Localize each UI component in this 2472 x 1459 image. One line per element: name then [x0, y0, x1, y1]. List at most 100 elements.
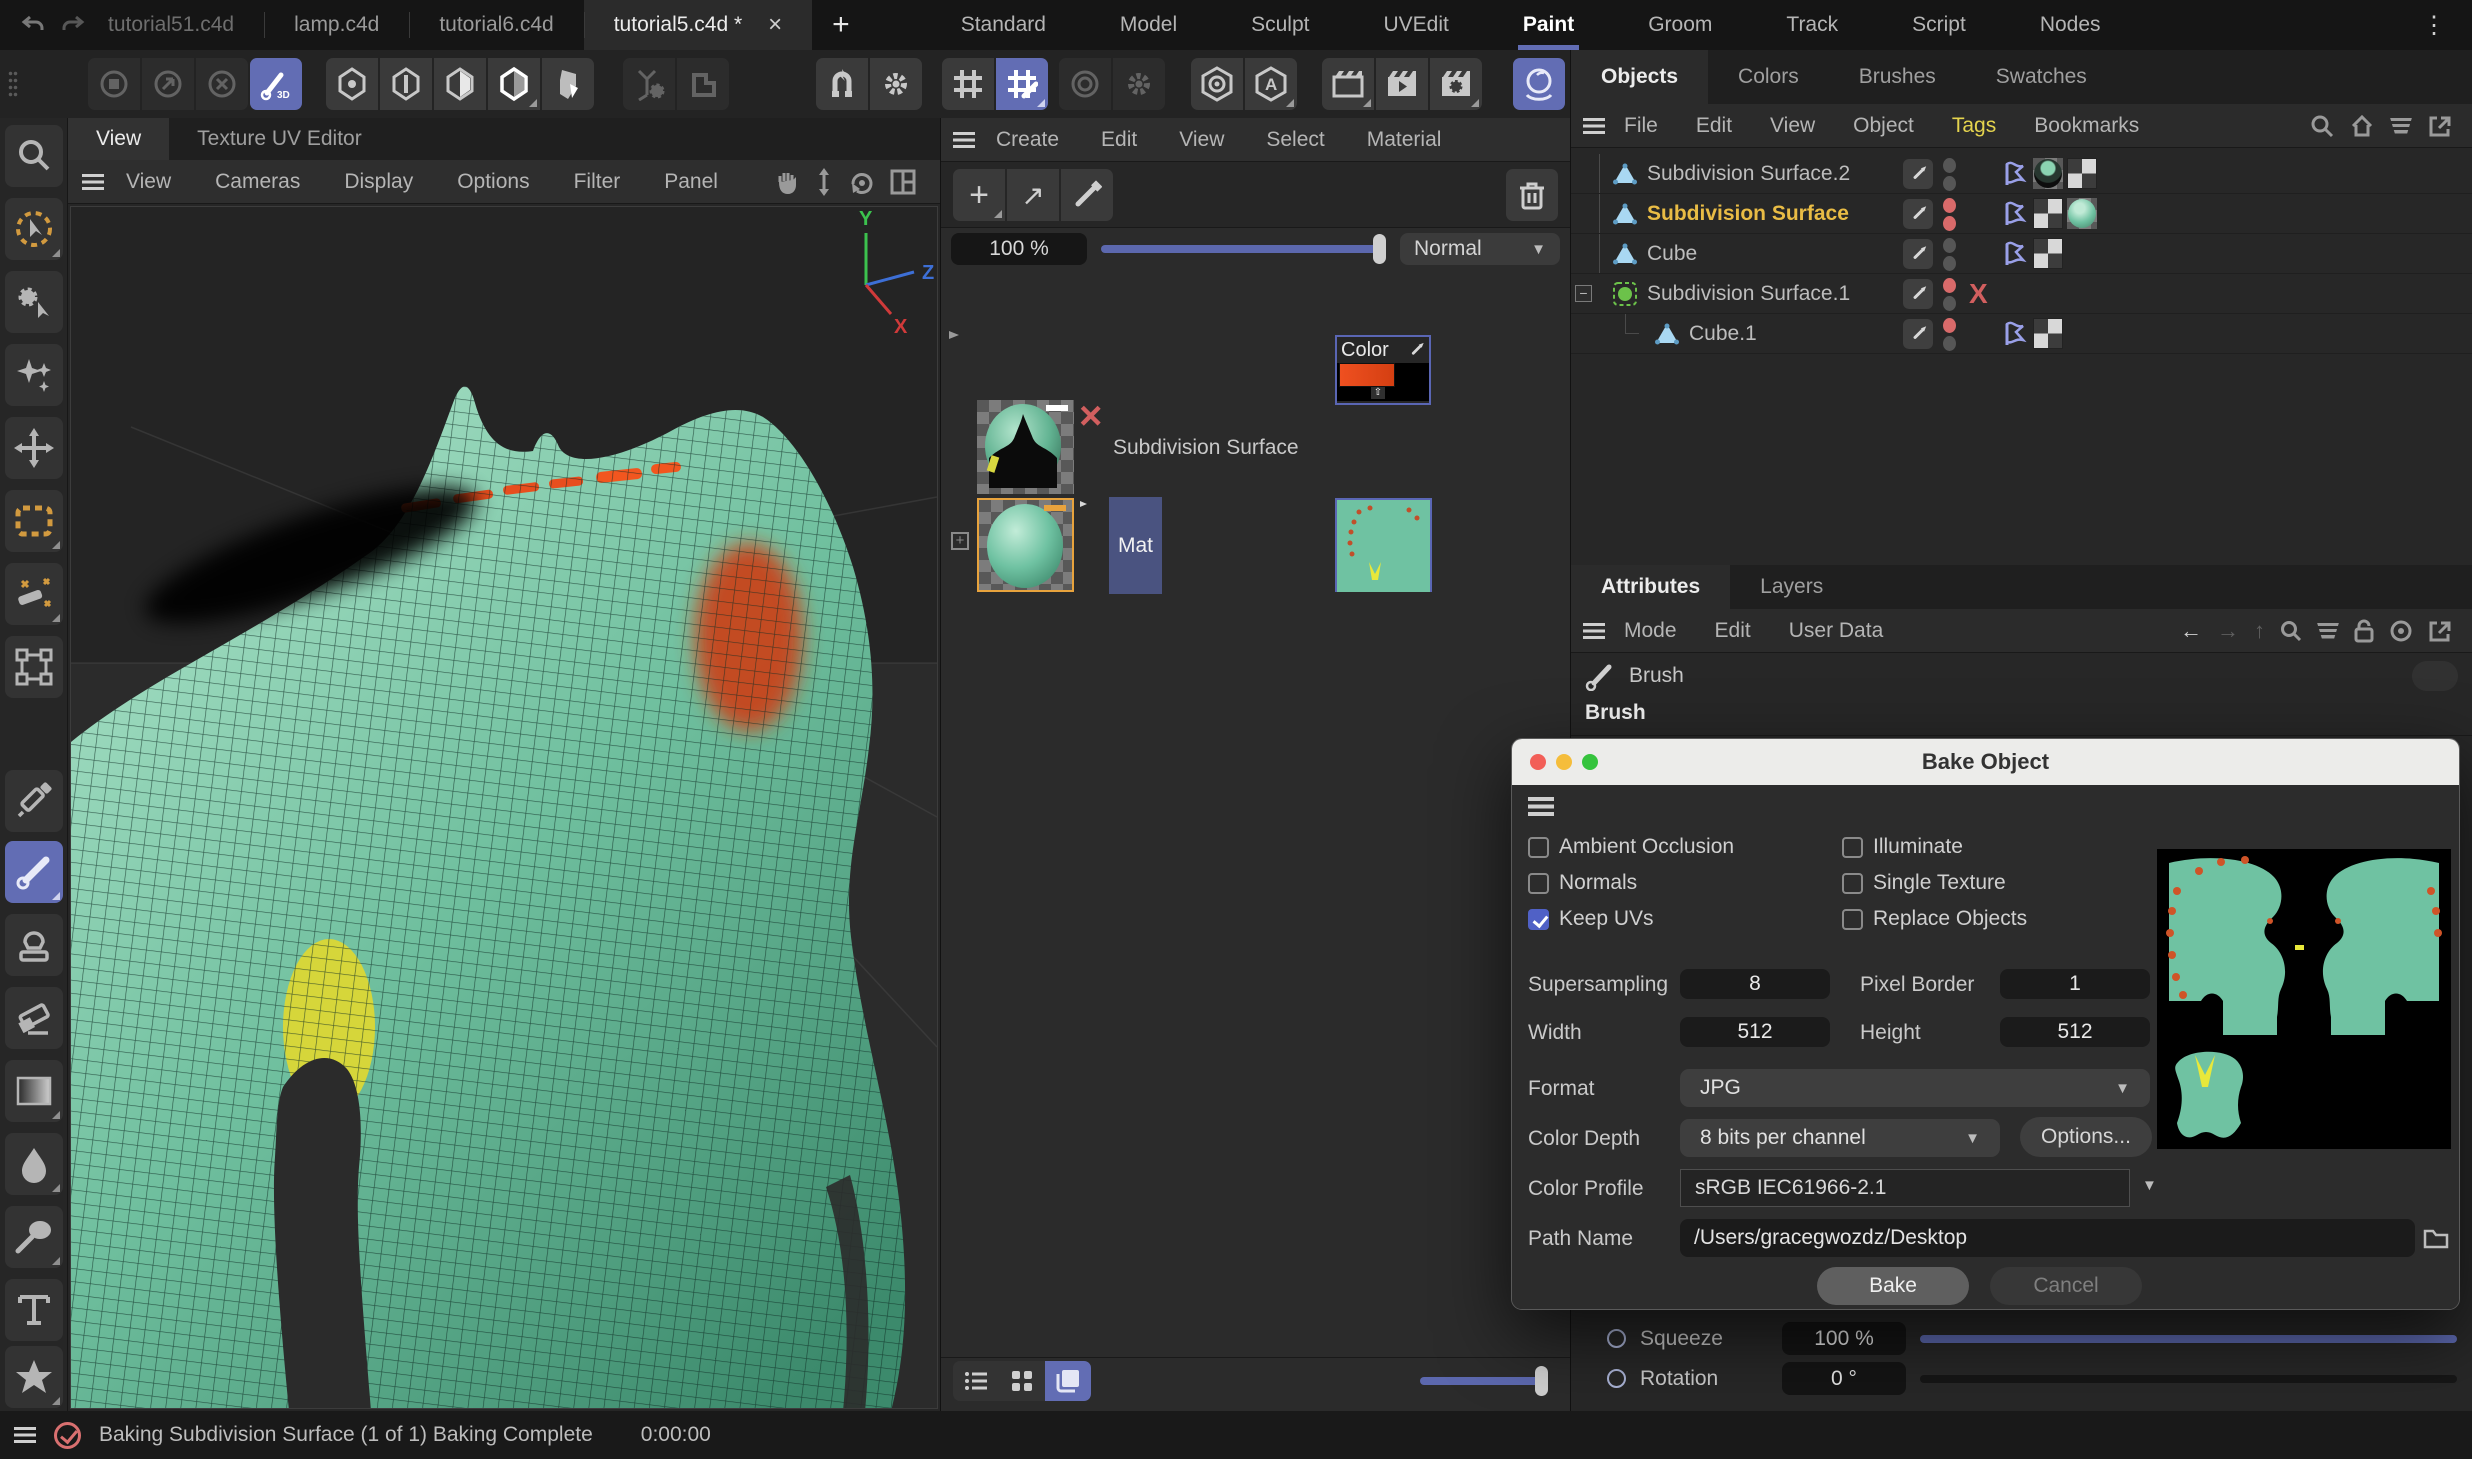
checkbox-box[interactable] [1842, 837, 1863, 858]
material-tag-dark[interactable] [2033, 158, 2063, 189]
dialog-title-bar[interactable]: Bake Object [1512, 739, 2459, 785]
nav-up-icon[interactable]: ↑ [2254, 618, 2265, 644]
enable-pencil-toggle[interactable] [1903, 159, 1933, 189]
checkbox-ambient-occlusion[interactable]: Ambient Occlusion [1528, 835, 1734, 859]
material-thumbnail-mat[interactable] [977, 498, 1074, 592]
mode-script[interactable]: Script [1875, 0, 2003, 50]
delete-layer-button[interactable] [1506, 169, 1558, 221]
material-sphere-icon[interactable] [1513, 58, 1565, 110]
viewport-hamburger-icon[interactable] [82, 174, 104, 190]
obj-menu-object[interactable]: Object [1834, 114, 1933, 138]
vp-menu-panel[interactable]: Panel [642, 170, 740, 194]
mode-track[interactable]: Track [1749, 0, 1875, 50]
rotation-keyframe-icon[interactable] [1607, 1369, 1626, 1388]
obj-menu-bookmarks[interactable]: Bookmarks [2015, 114, 2158, 138]
squeeze-keyframe-icon[interactable] [1607, 1329, 1626, 1348]
open-external-icon[interactable] [2428, 114, 2452, 138]
enable-pencil-toggle[interactable] [1903, 319, 1933, 349]
bake-button[interactable]: Bake [1817, 1267, 1969, 1305]
object-name[interactable]: Cube [1647, 242, 1697, 266]
zoom-slider-handle[interactable] [1373, 234, 1386, 264]
workplane-icon[interactable] [677, 58, 729, 110]
enable-pencil-toggle[interactable] [1903, 279, 1933, 309]
grid-edit-active-icon[interactable] [996, 58, 1048, 110]
gradient-tool[interactable] [5, 1060, 63, 1122]
snap-magnet-icon[interactable] [816, 58, 868, 110]
enable-pencil-toggle[interactable] [1903, 199, 1933, 229]
object-name[interactable]: Subdivision Surface.1 [1647, 282, 1850, 306]
expand-material-icon[interactable]: + [951, 532, 969, 550]
render-region-icon[interactable]: A [1245, 58, 1297, 110]
move-tool[interactable] [5, 417, 63, 479]
phong-tag-icon[interactable] [1999, 158, 2029, 189]
file-tab[interactable]: tutorial51.c4d [102, 0, 264, 50]
scale-icon[interactable] [142, 58, 194, 110]
checkbox-box[interactable] [1842, 909, 1863, 930]
material-thumbnail-subdivision[interactable] [977, 400, 1074, 494]
object-row-subdivision-surface-selected[interactable]: Subdivision Surface [1571, 194, 2472, 234]
blend-mode-dropdown[interactable]: Normal▼ [1400, 233, 1560, 265]
paint-3d-tool-active[interactable]: 3D [250, 58, 302, 110]
status-hamburger-icon[interactable] [14, 1427, 36, 1443]
nav-back-icon[interactable]: ← [2180, 618, 2202, 644]
vp-menu-filter[interactable]: Filter [552, 170, 643, 194]
smudge-tool[interactable] [5, 1206, 63, 1268]
grid-view-button[interactable] [999, 1361, 1045, 1401]
layer-pen-button[interactable] [1061, 169, 1113, 221]
file-tab-active[interactable]: tutorial5.c4d *× [584, 0, 812, 50]
checkbox-single-texture[interactable]: Single Texture [1842, 871, 2006, 895]
checkbox-illuminate[interactable]: Illuminate [1842, 835, 1963, 859]
toolbar-grip[interactable] [8, 70, 18, 98]
file-tab[interactable]: tutorial6.c4d [409, 0, 583, 50]
cancel-button[interactable]: Cancel [1990, 1267, 2142, 1305]
color-swatch[interactable] [1337, 363, 1429, 387]
texture-hamburger-icon[interactable] [953, 132, 975, 148]
zoom-slider[interactable] [1101, 245, 1386, 253]
magic-wand-tool[interactable] [5, 563, 63, 625]
mat-tag-label[interactable]: Mat [1109, 497, 1162, 594]
live-selection-tool[interactable] [5, 198, 63, 260]
search-icon[interactable] [2310, 114, 2334, 138]
collapse-expander-icon[interactable]: − [1575, 285, 1592, 302]
squeeze-slider[interactable] [1920, 1335, 2457, 1343]
uv-tag-icon[interactable] [2067, 158, 2097, 189]
attributes-hamburger-icon[interactable] [1583, 623, 1605, 639]
redo-icon[interactable] [60, 13, 86, 37]
axis-settings-icon[interactable] [623, 58, 675, 110]
checkbox-normals[interactable]: Normals [1528, 871, 1637, 895]
tab-objects[interactable]: Objects [1571, 50, 1708, 104]
chevron-down-icon[interactable]: ▼ [2142, 1177, 2157, 1194]
texture-preview-thumbnail[interactable] [1335, 498, 1432, 592]
tab-brushes[interactable]: Brushes [1829, 50, 1966, 104]
enable-pencil-toggle[interactable] [1903, 239, 1933, 269]
object-row-subdivision-surface-2[interactable]: Subdivision Surface.2 [1571, 154, 2472, 194]
open-external-icon[interactable] [2428, 619, 2452, 643]
phong-tag-icon[interactable] [1999, 318, 2029, 349]
supersampling-field[interactable]: 8 [1680, 969, 1830, 999]
shade-solid-icon[interactable] [488, 58, 540, 110]
tab-colors[interactable]: Colors [1708, 50, 1829, 104]
snap-settings-icon[interactable] [870, 58, 922, 110]
thumbnail-size-slider[interactable] [1420, 1377, 1548, 1385]
uv-tag-icon[interactable] [2033, 198, 2063, 229]
object-row-subdivision-surface-1[interactable]: − Subdivision Surface.1 X [1571, 274, 2472, 314]
zoom-value-field[interactable]: 100 % [951, 233, 1087, 265]
tab-layers[interactable]: Layers [1730, 565, 1853, 609]
project-icon[interactable] [88, 58, 140, 110]
eraser-tool[interactable] [5, 987, 63, 1049]
phong-tag-icon[interactable] [1999, 198, 2029, 229]
file-tab[interactable]: lamp.c4d [264, 0, 409, 50]
material-tag-teal[interactable] [2067, 198, 2097, 229]
visibility-dots[interactable] [1943, 158, 1956, 191]
mode-groom[interactable]: Groom [1611, 0, 1749, 50]
grid-icon[interactable] [942, 58, 994, 110]
render-view-icon[interactable] [1191, 58, 1243, 110]
dialog-hamburger-icon[interactable] [1528, 797, 1554, 816]
visibility-dots[interactable] [1943, 318, 1956, 351]
shade-folded-icon[interactable] [542, 58, 594, 110]
obj-menu-edit[interactable]: Edit [1677, 114, 1751, 138]
add-layer-button[interactable]: + [953, 169, 1005, 221]
checkbox-box[interactable] [1528, 837, 1549, 858]
lock-icon[interactable] [2354, 619, 2374, 643]
checkbox-box[interactable] [1528, 909, 1549, 930]
